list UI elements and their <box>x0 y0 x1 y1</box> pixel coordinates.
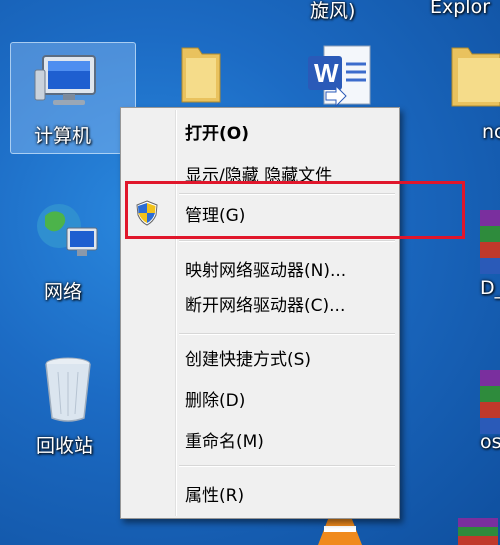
menu-separator <box>179 333 395 335</box>
network-icon[interactable] <box>33 196 103 266</box>
menu-separator <box>179 465 395 467</box>
partial-label-os: os <box>480 431 500 453</box>
svg-text:W: W <box>314 58 339 88</box>
word-document-icon[interactable]: W <box>306 40 376 110</box>
computer-label: 计算机 <box>34 125 92 147</box>
menu-item-properties[interactable]: 属性(R) <box>123 478 397 506</box>
menu-item-create-shortcut[interactable]: 创建快捷方式(S) <box>123 342 397 370</box>
partial-label-d: D_ <box>480 277 500 299</box>
network-label: 网络 <box>44 281 83 303</box>
menu-item-open[interactable]: 打开(O) <box>123 116 397 144</box>
menu-item-properties-label: 属性(R) <box>185 486 245 506</box>
menu-item-create-shortcut-label: 创建快捷方式(S) <box>185 350 312 370</box>
computer-icon[interactable] <box>33 50 103 110</box>
annotation-highlight-box <box>125 181 465 239</box>
context-menu: 打开(O) 显示/隐藏 隐藏文件 管理(G) 映射网络驱动器(N)... 断开网… <box>120 107 400 519</box>
menu-item-open-label: 打开(O) <box>185 124 249 144</box>
folder-icon-right[interactable] <box>444 40 500 110</box>
desktop-label-explorer[interactable]: Explor <box>430 0 490 18</box>
archive-icon-bottom[interactable] <box>454 516 500 545</box>
menu-item-delete[interactable]: 删除(D) <box>123 383 397 411</box>
recycle-bin-label: 回收站 <box>36 435 94 457</box>
folder-icon[interactable] <box>176 40 226 106</box>
menu-item-rename-label: 重命名(M) <box>185 432 264 452</box>
menu-item-rename[interactable]: 重命名(M) <box>123 424 397 452</box>
menu-item-delete-label: 删除(D) <box>185 391 246 411</box>
desktop-label-xuanfeng[interactable]: 旋风) <box>310 0 355 23</box>
menu-item-disconnect-label: 断开网络驱动器(C)... <box>185 296 346 316</box>
archive-icon-2[interactable] <box>478 370 500 434</box>
menu-item-map-label: 映射网络驱动器(N)... <box>185 261 347 281</box>
partial-label-nc: nc <box>482 121 500 143</box>
menu-separator <box>179 240 395 242</box>
recycle-bin-icon[interactable] <box>40 352 96 424</box>
menu-item-disconnect-network-drive[interactable]: 断开网络驱动器(C)... <box>123 288 397 316</box>
menu-item-map-network-drive[interactable]: 映射网络驱动器(N)... <box>123 253 397 281</box>
